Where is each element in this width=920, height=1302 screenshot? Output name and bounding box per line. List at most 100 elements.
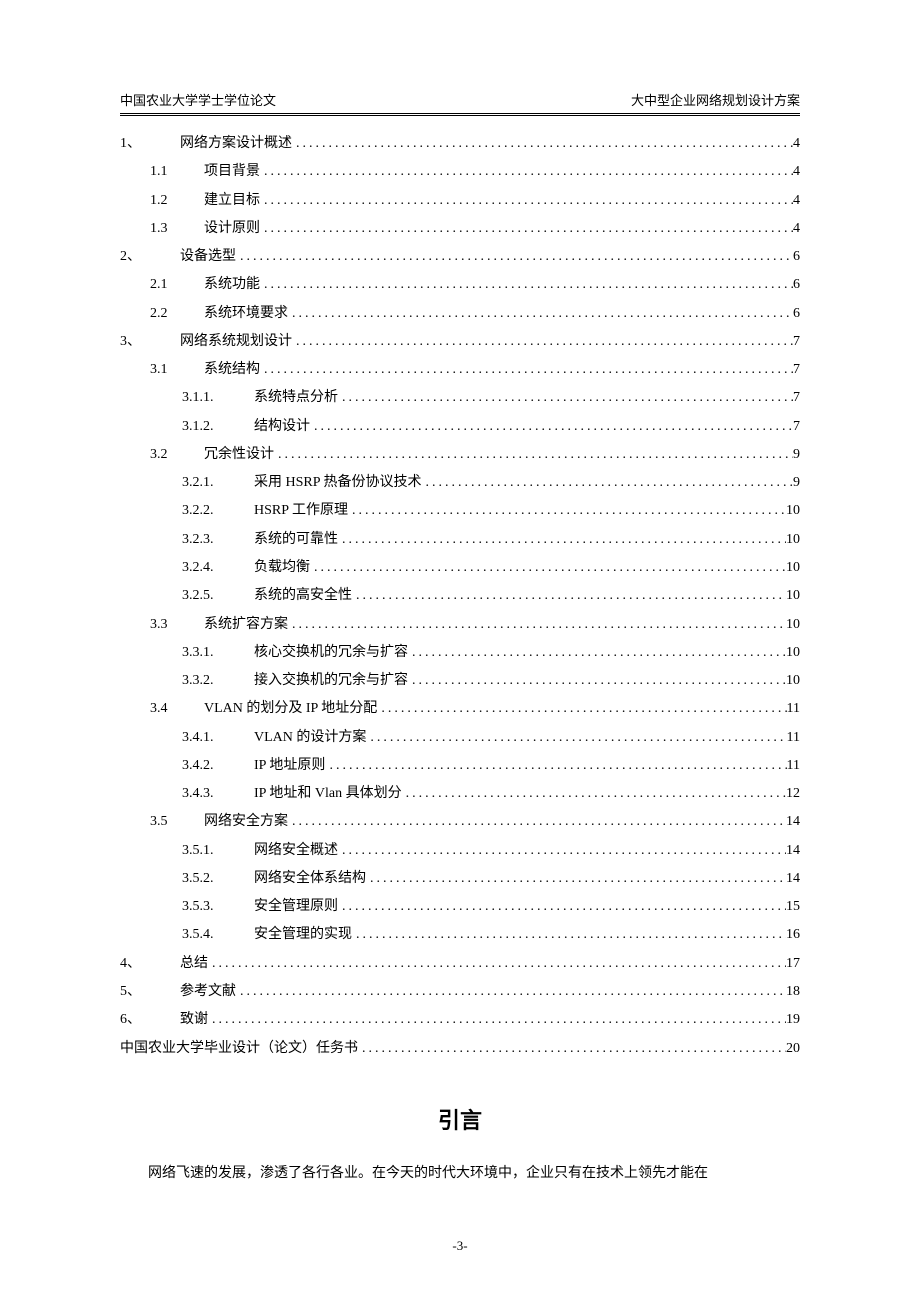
toc-page: 7 (793, 356, 800, 384)
toc-entry: 3.4.1.VLAN 的设计方案 11 (120, 724, 800, 752)
toc-title: VLAN 的设计方案 (254, 724, 366, 752)
toc-entry: 3.3.2.接入交换机的冗余与扩容10 (120, 667, 800, 695)
toc-number: 3.3.2. (182, 667, 254, 695)
toc-entry: 6、致谢19 (120, 1006, 800, 1034)
toc-number: 4、 (120, 950, 180, 978)
toc-leader-dots (352, 582, 786, 610)
toc-page: 7 (793, 413, 800, 441)
toc-title: 采用 HSRP 热备份协议技术 (254, 469, 422, 497)
toc-title: 网络安全概述 (254, 837, 338, 865)
toc-title: HSRP 工作原理 (254, 497, 348, 525)
toc-page: 11 (787, 724, 800, 752)
toc-number: 3.2.2. (182, 497, 254, 525)
toc-number: 1、 (120, 130, 180, 158)
toc-page: 16 (786, 921, 800, 949)
toc-leader-dots (377, 695, 786, 723)
toc-page: 14 (786, 865, 800, 893)
toc-number: 3、 (120, 328, 180, 356)
toc-leader-dots (325, 752, 786, 780)
toc-page: 10 (786, 582, 800, 610)
toc-entry: 3.1.2.结构设计 7 (120, 413, 800, 441)
toc-title: 系统特点分析 (254, 384, 338, 412)
toc-leader-dots (310, 554, 786, 582)
toc-page: 18 (786, 978, 800, 1006)
toc-title: 网络系统规划设计 (180, 328, 292, 356)
toc-number: 3.4 (150, 695, 204, 723)
page-number: -3- (0, 1238, 920, 1254)
toc-entry: 3、网络系统规划设计7 (120, 328, 800, 356)
toc-number: 2.1 (150, 271, 204, 299)
toc-entry: 3.2冗余性设计9 (120, 441, 800, 469)
toc-page: 9 (793, 469, 800, 497)
toc-title: 结构设计 (254, 413, 310, 441)
toc-title: 核心交换机的冗余与扩容 (254, 639, 408, 667)
toc-number: 3.5.2. (182, 865, 254, 893)
toc-leader-dots (208, 1006, 786, 1034)
toc-leader-dots (338, 837, 786, 865)
toc-page: 4 (793, 187, 800, 215)
toc-entry: 3.2.5.系统的高安全性 10 (120, 582, 800, 610)
toc-leader-dots (402, 780, 786, 808)
toc-entry: 3.5网络安全方案 14 (120, 808, 800, 836)
toc-title: 冗余性设计 (204, 441, 274, 469)
header-right: 大中型企业网络规划设计方案 (631, 90, 800, 109)
toc-leader-dots (260, 187, 793, 215)
toc-title: 系统环境要求 (204, 300, 288, 328)
toc-leader-dots (366, 865, 786, 893)
toc-title: 致谢 (180, 1006, 208, 1034)
toc-page: 15 (786, 893, 800, 921)
toc-number: 3.1 (150, 356, 204, 384)
toc-number: 3.2.1. (182, 469, 254, 497)
toc-entry: 3.2.4.负载均衡10 (120, 554, 800, 582)
toc-title: 系统的可靠性 (254, 526, 338, 554)
toc-number: 3.5.3. (182, 893, 254, 921)
toc-page: 6 (793, 243, 800, 271)
toc-number: 1.2 (150, 187, 204, 215)
toc-entry: 3.4.3.IP 地址和 Vlan 具体划分12 (120, 780, 800, 808)
toc-page: 14 (786, 837, 800, 865)
toc-entry: 1.1项目背景4 (120, 158, 800, 186)
toc-title: 系统的高安全性 (254, 582, 352, 610)
toc-entry: 2.2系统环境要求 6 (120, 300, 800, 328)
toc-leader-dots (288, 300, 793, 328)
toc-page: 10 (786, 526, 800, 554)
toc-number: 3.1.2. (182, 413, 254, 441)
toc-number: 3.3 (150, 611, 204, 639)
toc-title: 中国农业大学毕业设计（论文）任务书 (120, 1035, 358, 1063)
toc-entry: 3.5.2.网络安全体系结构 14 (120, 865, 800, 893)
toc-title: 网络安全方案 (204, 808, 288, 836)
toc-page: 19 (786, 1006, 800, 1034)
toc-entry: 3.4VLAN 的划分及 IP 地址分配11 (120, 695, 800, 723)
toc-leader-dots (338, 893, 786, 921)
toc-page: 14 (786, 808, 800, 836)
toc-entry: 3.2.2.HSRP 工作原理 10 (120, 497, 800, 525)
toc-leader-dots (338, 526, 786, 554)
toc-leader-dots (338, 384, 793, 412)
toc-number: 1.3 (150, 215, 204, 243)
toc-entry: 2.1系统功能6 (120, 271, 800, 299)
toc-number: 3.5 (150, 808, 204, 836)
toc-leader-dots (236, 978, 786, 1006)
toc-leader-dots (260, 356, 793, 384)
toc-number: 2.2 (150, 300, 204, 328)
toc-number: 3.2.5. (182, 582, 254, 610)
toc-leader-dots (408, 667, 786, 695)
toc-number: 3.2.4. (182, 554, 254, 582)
toc-page: 10 (786, 554, 800, 582)
toc-entry: 3.1.1.系统特点分析7 (120, 384, 800, 412)
toc-leader-dots (358, 1035, 786, 1063)
toc-entry: 4、总结17 (120, 950, 800, 978)
toc-number: 3.4.1. (182, 724, 254, 752)
toc-page: 20 (786, 1035, 800, 1063)
toc-title: 安全管理原则 (254, 893, 338, 921)
toc-entry: 3.2.3.系统的可靠性10 (120, 526, 800, 554)
toc-page: 10 (786, 497, 800, 525)
toc-number: 3.5.1. (182, 837, 254, 865)
toc-title: 网络安全体系结构 (254, 865, 366, 893)
toc-page: 10 (786, 667, 800, 695)
toc-leader-dots (348, 497, 786, 525)
toc-page: 6 (793, 300, 800, 328)
toc-entry: 3.3.1.核心交换机的冗余与扩容10 (120, 639, 800, 667)
intro-paragraph: 网络飞速的发展，渗透了各行各业。在今天的时代大环境中，企业只有在技术上领先才能在 (120, 1161, 800, 1188)
toc-entry: 1.2建立目标4 (120, 187, 800, 215)
